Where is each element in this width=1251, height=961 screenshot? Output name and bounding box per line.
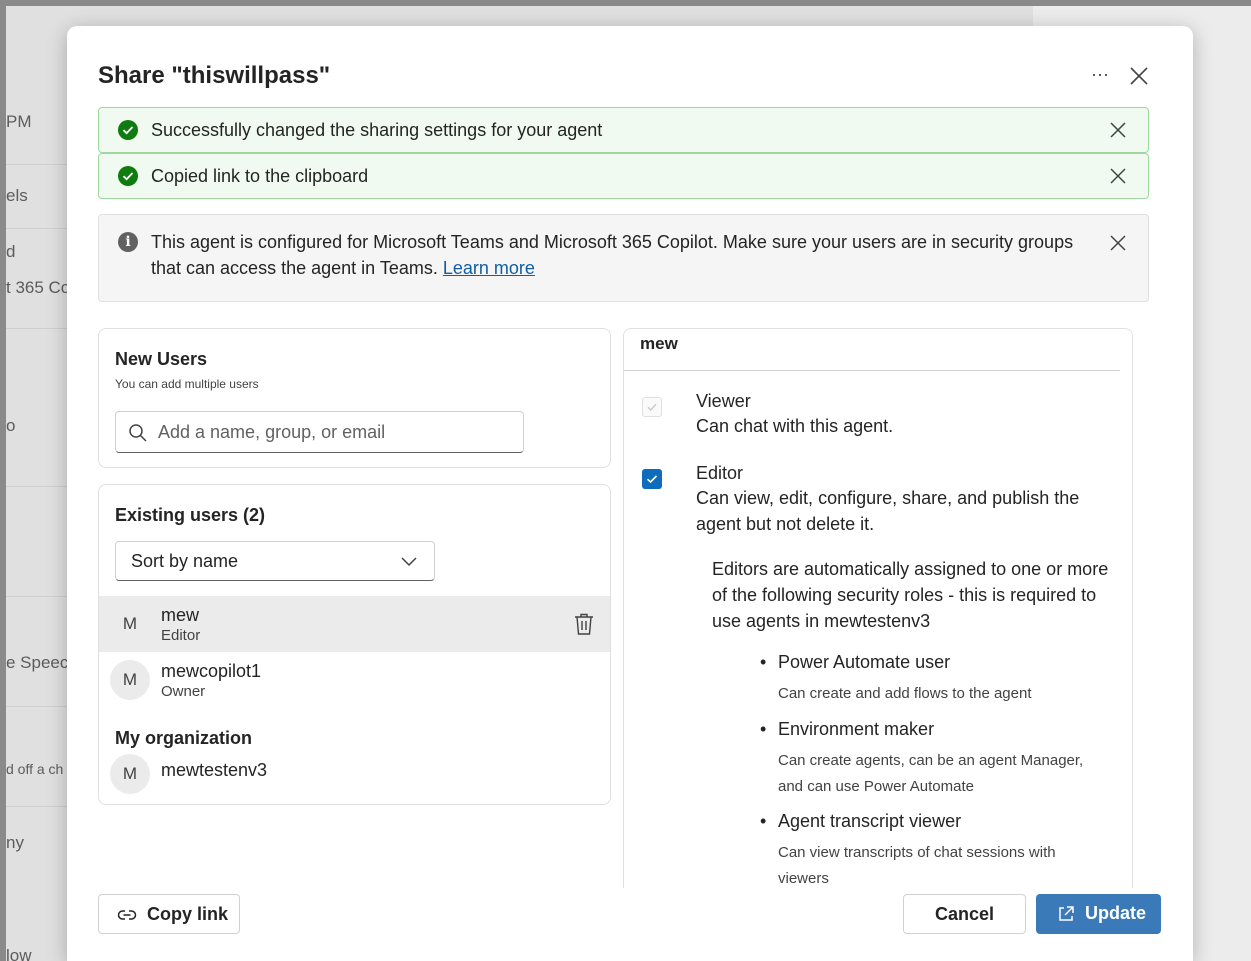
copied-message-text: Copied link to the clipboard [151,166,369,186]
sort-dropdown[interactable]: Sort by name [115,541,435,581]
dialog-title: Share "thiswillpass" [98,62,331,89]
sort-dropdown-value: Sort by name [131,551,239,571]
user-row-mewcopilot1[interactable]: M mewcopilot1 Owner [99,652,610,708]
cancel-button[interactable]: Cancel [903,894,1026,934]
close-icon [1110,235,1126,251]
background-item: d off a ch [6,761,64,777]
info-text-line1: This agent is configured for Microsoft T… [151,232,1074,252]
user-name: mewcopilot1 [161,661,262,681]
search-input[interactable] [158,418,508,446]
bullet-icon: • [760,652,767,672]
info-icon: i [118,232,138,252]
close-icon [1110,122,1126,138]
dismiss-copied-button[interactable] [1108,166,1128,186]
background-item: low [6,946,32,961]
viewer-checkbox[interactable] [642,397,662,417]
close-icon [1110,168,1126,184]
trash-icon [575,613,593,635]
background-divider [6,164,70,165]
user-row-mew[interactable]: M mew Editor [99,596,610,652]
background-item: t 365 Co [6,278,71,297]
share-dialog: Share "thiswillpass" ··· Successfully ch… [67,26,1193,961]
divider [624,370,1120,371]
avatar: M [110,660,150,700]
new-users-title: New Users [115,349,208,369]
background-divider [6,706,70,707]
info-text-line2: that can access the agent in Teams. Lear… [151,255,1073,281]
dialog-close-button[interactable] [1127,64,1151,88]
security-role-title: Environment maker [778,719,935,739]
new-users-subtitle: You can add multiple users [115,377,259,391]
background-divider [6,486,70,487]
search-icon [129,424,147,442]
user-name: mew [161,605,200,625]
viewer-role-desc: Can chat with this agent. [696,416,894,436]
success-checkmark-icon [118,166,138,186]
bullet-icon: • [760,719,767,739]
share-icon [1059,906,1074,921]
viewer-role-name: Viewer [696,391,751,411]
avatar: M [110,754,150,794]
existing-users-title: Existing users (2) [115,505,266,525]
security-role-title: Power Automate user [778,652,951,672]
update-label: Update [1085,903,1147,923]
user-role: Owner [161,683,206,700]
org-row-mewtestenv3[interactable]: M mewtestenv3 [99,748,610,804]
link-icon [117,910,137,920]
background-item: PM [6,112,32,131]
checkmark-icon [647,403,657,412]
info-message-bar: i This agent is configured for Microsoft… [98,214,1149,302]
success-message-bar: Successfully changed the sharing setting… [98,107,1149,153]
background-divider [6,228,70,229]
selected-user-name: mew [640,334,678,353]
background-divider [6,806,70,807]
background-item: ny [6,833,24,852]
close-icon [1130,67,1148,85]
chevron-down-icon [401,557,417,567]
info-text-line2-text: that can access the agent in Teams. [151,258,438,278]
editor-role-desc: Can view, edit, configure, share, and pu… [696,488,1080,534]
security-role-desc: Can create and add flows to the agent [778,685,1032,702]
learn-more-link[interactable]: Learn more [443,258,535,278]
security-role-desc: Can create agents, can be an agent Manag… [778,752,1084,795]
org-name: mewtestenv3 [161,760,268,780]
permissions-panel: mew Viewer Can chat with this agent. Edi… [623,328,1133,888]
background-item: els [6,186,28,205]
background-item: d [6,242,16,261]
editor-checkbox[interactable] [642,469,662,489]
dismiss-info-button[interactable] [1108,233,1128,253]
editor-security-note: Editors are automatically assigned to on… [712,559,1109,631]
background-item: e Speec [6,653,69,672]
checkmark-icon [646,475,658,484]
more-options-button[interactable]: ··· [1088,64,1112,88]
my-organization-title: My organization [115,728,253,748]
copy-link-button[interactable]: Copy link [98,894,240,934]
update-button[interactable]: Update [1036,894,1161,934]
user-role: Editor [161,627,201,644]
dismiss-success-button[interactable] [1108,120,1128,140]
search-box [115,411,524,453]
avatar: M [122,614,138,633]
info-message-text: This agent is configured for Microsoft T… [151,229,1073,281]
success-checkmark-icon [118,120,138,140]
editor-role-name: Editor [696,463,744,483]
bullet-icon: • [760,811,767,831]
background-item: o [6,416,16,435]
remove-user-button[interactable] [573,612,595,636]
background-divider [6,596,70,597]
existing-users-card: Existing users (2) Sort by name M mew Ed… [98,484,611,805]
copied-message-bar: Copied link to the clipboard [98,153,1149,199]
security-role-desc: Can view transcripts of chat sessions wi… [778,844,1056,887]
background-divider [6,328,70,329]
security-role-title: Agent transcript viewer [778,811,962,831]
success-message-text: Successfully changed the sharing setting… [151,120,603,140]
new-users-card: New Users You can add multiple users [98,328,611,468]
copy-link-label: Copy link [147,904,229,924]
